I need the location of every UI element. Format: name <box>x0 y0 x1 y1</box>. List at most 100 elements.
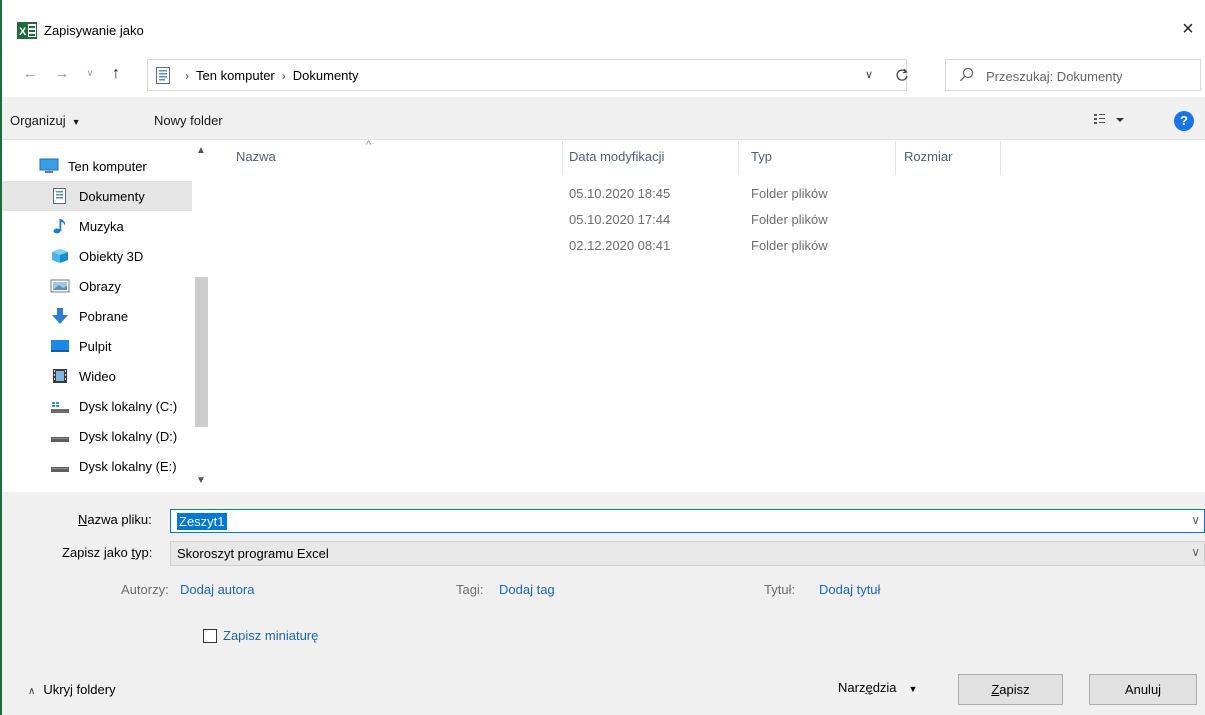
scrollbar-thumb[interactable] <box>195 277 208 427</box>
pictures-icon <box>50 279 70 293</box>
column-divider[interactable] <box>738 141 739 175</box>
scroll-up-icon[interactable]: ▲ <box>192 145 210 159</box>
svg-text:X: X <box>19 26 27 38</box>
drive-icon <box>51 437 69 442</box>
table-row[interactable]: 02.12.2020 08:41 Folder plików <box>216 233 1016 259</box>
tags-label: Tagi: <box>456 582 484 597</box>
save-type-label-text: Zapisz jako <box>62 545 132 560</box>
sidebar-item-dysk-d[interactable]: Dysk lokalny (D:) <box>2 421 192 451</box>
up-button[interactable]: ↑ <box>106 64 126 84</box>
documents-icon <box>53 188 66 204</box>
back-arrow-icon: ← <box>22 65 38 82</box>
scroll-down-icon[interactable]: ▼ <box>192 475 210 489</box>
help-icon: ? <box>1180 113 1188 128</box>
close-button[interactable]: × <box>1173 14 1203 44</box>
column-divider[interactable] <box>1000 141 1001 175</box>
sidebar-item-label: Dysk lokalny (E:) <box>79 459 177 474</box>
column-header-date[interactable]: Data modyfikacji <box>569 141 744 175</box>
sidebar-item-muzyka[interactable]: Muzyka <box>2 211 192 241</box>
sidebar-item-dokumenty[interactable]: Dokumenty <box>2 181 192 211</box>
filename-value[interactable]: Zeszyt1 <box>177 513 227 530</box>
chevron-down-icon[interactable]: ∨ <box>1191 513 1200 527</box>
forward-button[interactable]: → <box>52 64 72 84</box>
chevron-down-icon[interactable]: ∨ <box>1191 545 1200 559</box>
sidebar-item-wideo[interactable]: Wideo <box>2 361 192 391</box>
chevron-down-icon: ∨ <box>86 68 94 79</box>
save-type-select[interactable]: Skoroszyt programu Excel ∨ <box>170 541 1205 566</box>
add-author-link[interactable]: Dodaj autora <box>180 582 254 597</box>
tools-label-accelerator: ę <box>865 680 873 695</box>
breadcrumb-separator: › <box>185 69 189 83</box>
save-button[interactable]: Zapisz <box>958 674 1063 705</box>
address-row: ← → ∨ ↑ › Ten komputer › Dokumenty ∨ <box>2 54 1205 96</box>
excel-icon: X <box>17 22 37 39</box>
row-type: Folder plików <box>751 186 828 201</box>
search-input[interactable] <box>986 66 1191 86</box>
organize-button[interactable]: Organizuj ▼ <box>10 113 81 128</box>
column-header-type[interactable]: Typ <box>751 141 891 175</box>
save-type-value: Skoroszyt programu Excel <box>177 546 329 561</box>
file-list: Nazwa ^ Data modyfikacji Typ Rozmiar 05.… <box>216 139 1205 491</box>
recent-locations-button[interactable]: ∨ <box>80 64 100 84</box>
caret-down-icon: ▼ <box>908 684 918 694</box>
navigation-scrollbar[interactable]: ▲ ▼ <box>192 141 210 491</box>
documents-icon <box>156 67 170 84</box>
change-view-button[interactable] <box>1092 111 1132 129</box>
save-type-label: Zapisz jako typ: <box>62 545 152 560</box>
sidebar-item-label: Ten komputer <box>68 159 147 174</box>
music-icon <box>53 219 66 234</box>
sidebar-item-obiekty-3d[interactable]: Obiekty 3D <box>2 241 192 271</box>
row-type: Folder plików <box>751 238 828 253</box>
filename-label: Nazwa pliku: <box>78 512 152 527</box>
new-folder-button[interactable]: Nowy folder <box>154 113 223 128</box>
address-dropdown-button[interactable]: ∨ <box>862 67 876 83</box>
table-row[interactable]: 05.10.2020 18:45 Folder plików <box>216 181 1016 207</box>
chevron-up-icon: ∧ <box>28 686 36 697</box>
sort-ascending-icon: ^ <box>366 139 372 151</box>
breadcrumb-item-dokumenty[interactable]: Dokumenty <box>293 68 359 83</box>
authors-label: Autorzy: <box>121 582 169 597</box>
hide-folders-label: Ukryj foldery <box>43 682 116 697</box>
add-title-link[interactable]: Dodaj tytuł <box>819 582 880 597</box>
filename-field[interactable]: Zeszyt1 ∨ <box>170 509 1205 533</box>
refresh-icon <box>896 68 908 81</box>
back-button[interactable]: ← <box>20 64 40 84</box>
sidebar-item-label: Obrazy <box>79 279 121 294</box>
sidebar-item-label: Pobrane <box>79 309 129 324</box>
navigation-pane: Ten komputer Dokumenty Muzyka Obiekty 3D <box>2 141 212 491</box>
save-thumbnail-label[interactable]: Zapisz miniaturę <box>223 628 318 643</box>
breadcrumb-item-ten-komputer[interactable]: Ten komputer <box>196 68 275 83</box>
window-title: Zapisywanie jako <box>44 23 144 38</box>
sidebar-item-ten-komputer[interactable]: Ten komputer <box>2 151 192 181</box>
column-header-size[interactable]: Rozmiar <box>904 141 999 175</box>
sidebar-item-pulpit[interactable]: Pulpit <box>2 331 192 361</box>
row-date: 02.12.2020 08:41 <box>569 238 671 253</box>
hide-folders-button[interactable]: ∧ Ukryj foldery <box>28 682 116 697</box>
save-thumbnail-checkbox[interactable] <box>203 629 217 643</box>
tools-button[interactable]: Narzędzia ▼ <box>838 680 917 695</box>
breadcrumb-separator: › <box>281 69 286 83</box>
refresh-button[interactable] <box>895 67 909 83</box>
column-header-name[interactable]: Nazwa ^ <box>236 139 566 175</box>
search-box[interactable] <box>945 59 1201 91</box>
sidebar-item-pobrane[interactable]: Pobrane <box>2 301 192 331</box>
organize-label: Organizuj <box>10 113 66 128</box>
title-label: Tytuł: <box>764 582 796 597</box>
sidebar-item-dysk-e[interactable]: Dysk lokalny (E:) <box>2 451 192 481</box>
objects-3d-icon <box>52 249 68 263</box>
address-bar[interactable]: › Ten komputer › Dokumenty ∨ <box>147 59 907 91</box>
sidebar-item-dysk-c[interactable]: Dysk lokalny (C:) <box>2 391 192 421</box>
table-row[interactable]: 05.10.2020 17:44 Folder plików <box>216 207 1016 233</box>
column-divider[interactable] <box>895 141 896 175</box>
caret-down-icon: ▼ <box>71 117 81 127</box>
chevron-down-icon: ∨ <box>864 69 874 81</box>
tools-label-text: dzia <box>872 680 897 695</box>
cancel-button[interactable]: Anuluj <box>1089 674 1197 705</box>
column-divider[interactable] <box>562 141 563 175</box>
help-button[interactable]: ? <box>1174 111 1194 131</box>
add-tag-link[interactable]: Dodaj tag <box>499 582 555 597</box>
column-header-label: Nazwa <box>236 149 276 164</box>
sidebar-item-obrazy[interactable]: Obrazy <box>2 271 192 301</box>
sidebar-item-label: Wideo <box>79 369 116 384</box>
windows-drive-icon <box>51 402 69 413</box>
